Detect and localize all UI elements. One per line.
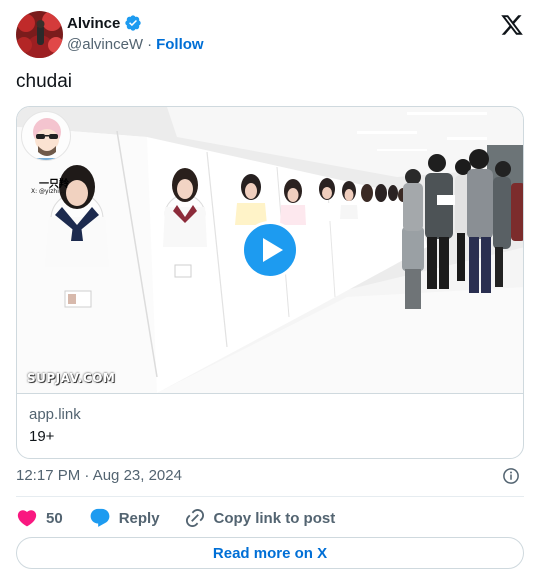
link-card[interactable]: 一只羚 X: @yizhi... SUPJAV.COM app.link 19+	[16, 106, 524, 459]
tweet-timestamp[interactable]: 12:17 PM · Aug 23, 2024	[16, 467, 182, 484]
follow-link[interactable]: Follow	[156, 36, 204, 53]
author-handle-row: @alvinceW · Follow	[67, 36, 204, 53]
action-bar: 50 Reply Copy link to post	[16, 505, 335, 531]
x-logo-icon[interactable]	[500, 13, 524, 37]
divider	[16, 496, 524, 497]
card-domain: app.link	[29, 406, 81, 423]
copy-link-button[interactable]: Copy link to post	[184, 507, 336, 529]
handle-separator: ·	[147, 36, 153, 53]
video-watermark: SUPJAV.COM	[27, 371, 116, 385]
card-footer[interactable]: app.link 19+	[17, 393, 523, 458]
author-name-row[interactable]: Alvince	[67, 14, 142, 32]
copy-link-label: Copy link to post	[213, 509, 336, 527]
author-handle[interactable]: @alvinceW	[67, 36, 143, 53]
heart-icon	[17, 510, 37, 527]
author-display-name[interactable]: Alvince	[67, 15, 120, 32]
link-icon	[185, 508, 204, 528]
info-icon[interactable]	[502, 467, 520, 485]
verified-badge-icon	[125, 15, 142, 31]
play-icon	[262, 238, 283, 262]
reply-button[interactable]: Reply	[89, 507, 160, 529]
like-button[interactable]: 50	[16, 507, 63, 529]
card-title: 19+	[29, 428, 55, 445]
tweet-text: chudai	[16, 71, 72, 92]
speech-bubble-icon	[90, 508, 110, 527]
inset-handle: X: @yizhi...	[31, 188, 65, 195]
read-more-button[interactable]: Read more on X	[16, 537, 524, 569]
like-count: 50	[46, 509, 63, 527]
inset-avatar	[21, 111, 71, 161]
tweet-embed: Alvince @alvinceW · Follow chudai 一只羚 X:…	[0, 0, 540, 584]
play-button[interactable]	[241, 221, 299, 279]
author-avatar[interactable]	[16, 11, 63, 58]
reply-label: Reply	[118, 509, 160, 527]
card-video-thumbnail[interactable]: 一只羚 X: @yizhi... SUPJAV.COM	[17, 107, 523, 393]
